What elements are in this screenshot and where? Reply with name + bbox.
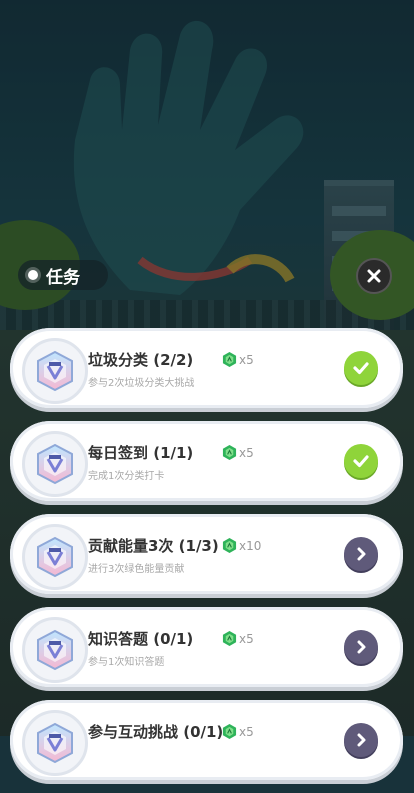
task-reward: x5	[222, 724, 254, 739]
reward-count: x5	[239, 352, 254, 367]
green-gem-icon	[222, 538, 237, 553]
close-icon	[367, 269, 381, 283]
reward-count: x10	[239, 538, 262, 553]
task-panel-header: 任务	[18, 260, 108, 290]
task-complete-button[interactable]	[344, 444, 378, 478]
reward-count: x5	[239, 724, 254, 739]
hexagon-badge-icon	[37, 536, 73, 578]
task-reward: x5	[222, 445, 254, 460]
green-gem-icon	[222, 724, 237, 739]
task-badge	[22, 617, 88, 683]
task-reward: x5	[222, 631, 254, 646]
task-name: 贡献能量3次 (1/3)	[88, 537, 219, 555]
reward-count: x5	[239, 445, 254, 460]
hexagon-badge-icon	[37, 350, 73, 392]
task-name: 每日签到 (1/1)	[88, 444, 194, 462]
green-gem-icon	[222, 631, 237, 646]
chevron-right-icon	[357, 640, 366, 654]
task-name: 参与互动挑战 (0/1)	[88, 723, 224, 741]
task-description: 进行3次绿色能量贡献	[88, 564, 185, 575]
task-card-3: 贡献能量3次 (1/3) 进行3次绿色能量贡献 x10	[10, 514, 403, 594]
task-go-button[interactable]	[344, 537, 378, 571]
task-list: 垃圾分类 (2/2) 参与2次垃圾分类大挑战 x5 每日签到 (1/1) 完成1…	[10, 328, 403, 793]
task-badge	[22, 338, 88, 404]
header-dot-icon	[28, 270, 38, 280]
task-description: 参与1次知识答题	[88, 657, 165, 668]
task-badge	[22, 524, 88, 590]
checkmark-icon	[353, 455, 369, 468]
chevron-right-icon	[357, 733, 366, 747]
reward-count: x5	[239, 631, 254, 646]
hexagon-badge-icon	[37, 443, 73, 485]
chevron-right-icon	[357, 547, 366, 561]
task-card-4: 知识答题 (0/1) 参与1次知识答题 x5	[10, 607, 403, 687]
task-description: 参与2次垃圾分类大挑战	[88, 378, 195, 389]
task-name: 垃圾分类 (2/2)	[88, 351, 194, 369]
hexagon-badge-icon	[37, 629, 73, 671]
task-reward: x10	[222, 538, 261, 553]
panel-title: 任务	[46, 267, 80, 288]
task-go-button[interactable]	[344, 723, 378, 757]
task-reward: x5	[222, 352, 254, 367]
task-card-2: 每日签到 (1/1) 完成1次分类打卡 x5	[10, 421, 403, 501]
task-description: 完成1次分类打卡	[88, 471, 165, 482]
task-go-button[interactable]	[344, 630, 378, 664]
green-gem-icon	[222, 352, 237, 367]
task-card-1: 垃圾分类 (2/2) 参与2次垃圾分类大挑战 x5	[10, 328, 403, 408]
task-card-5: 参与互动挑战 (0/1) x5	[10, 700, 403, 780]
close-button[interactable]	[356, 258, 392, 294]
checkmark-icon	[353, 362, 369, 375]
task-badge	[22, 431, 88, 497]
task-complete-button[interactable]	[344, 351, 378, 385]
task-badge	[22, 710, 88, 776]
task-name: 知识答题 (0/1)	[88, 630, 194, 648]
hexagon-badge-icon	[37, 722, 73, 764]
green-gem-icon	[222, 445, 237, 460]
